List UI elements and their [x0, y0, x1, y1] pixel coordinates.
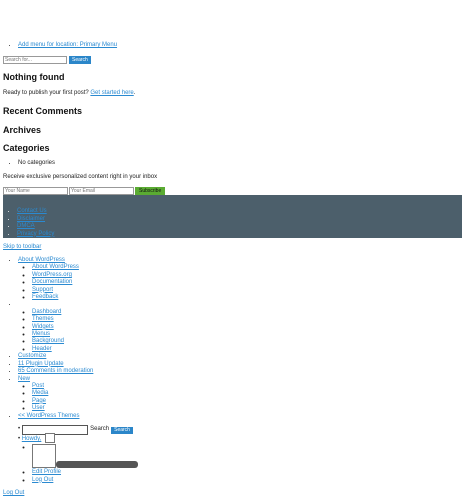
footer-link-contact[interactable]: Contact Us — [17, 208, 47, 214]
list-item: DMCA — [17, 223, 54, 231]
list-item: Background — [32, 338, 93, 345]
list-item: About WordPress — [32, 264, 93, 271]
about-wordpress-link[interactable]: About WordPress — [18, 257, 65, 263]
admin-search-button[interactable]: Search — [111, 426, 133, 434]
log-out-link[interactable]: Log Out — [32, 477, 53, 483]
subscribe-button[interactable]: Subscribe — [135, 187, 166, 195]
submenu-link[interactable]: Themes — [32, 316, 54, 322]
list-item: Post — [32, 383, 93, 390]
submenu-link[interactable]: User — [32, 405, 45, 411]
footer-link-privacy[interactable]: Privacy Policy — [17, 231, 54, 237]
list-item: Page — [32, 398, 93, 405]
archives-heading: Archives — [3, 125, 42, 135]
account-links: Edit Profile Log Out — [32, 469, 61, 484]
submenu-link[interactable]: Post — [32, 383, 44, 389]
redacted-username — [56, 461, 138, 468]
admin-bar-menu: About WordPress About WordPress WordPres… — [18, 257, 93, 420]
new-link[interactable]: New — [18, 376, 30, 382]
about-submenu: About WordPress WordPress.org Documentat… — [32, 264, 93, 301]
submenu-link[interactable]: Media — [32, 390, 48, 396]
list-item: Contact Us — [17, 208, 54, 216]
submenu-link[interactable]: Menus — [32, 331, 50, 337]
search-input[interactable] — [3, 56, 67, 64]
list-item: Disclaimer — [17, 216, 54, 224]
list-item: New Post Media Page User — [18, 376, 93, 413]
categories-heading: Categories — [3, 143, 50, 153]
footer-bar: Contact Us Disclaimer DMCA Privacy Polic… — [3, 195, 462, 238]
list-item: Widgets — [32, 324, 93, 331]
submenu-link[interactable]: Header — [32, 346, 52, 352]
submenu-link[interactable]: Support — [32, 287, 53, 293]
list-item: Customize — [18, 353, 93, 360]
footer-menu: Contact Us Disclaimer DMCA Privacy Polic… — [17, 208, 54, 238]
add-menu-link[interactable]: Add menu for location: Primary Menu — [18, 42, 117, 48]
footer-link-dmca[interactable]: DMCA — [17, 223, 35, 229]
plugin-update-link[interactable]: 11 Plugin Update — [18, 361, 64, 367]
primary-menu-item: Add menu for location: Primary Menu — [18, 42, 117, 50]
name-field[interactable] — [3, 187, 68, 195]
categories-list: No categories — [18, 160, 55, 168]
list-item: Log Out — [32, 477, 61, 485]
new-submenu: Post Media Page User — [32, 383, 93, 413]
customize-link[interactable]: Customize — [18, 353, 46, 359]
comments-moderation-link[interactable]: 65 Comments in moderation — [18, 368, 93, 374]
list-item: Documentation — [32, 279, 93, 286]
email-field[interactable] — [69, 187, 134, 195]
footer-link-disclaimer[interactable]: Disclaimer — [17, 216, 45, 222]
submenu-link[interactable]: Dashboard — [32, 309, 61, 315]
list-item: Media — [32, 390, 93, 397]
list-item: User — [32, 405, 93, 412]
site-submenu: Dashboard Themes Widgets Menus Backgroun… — [32, 309, 93, 353]
submenu-link[interactable]: WordPress.org — [32, 272, 72, 278]
list-item: << WordPress Themes — [18, 413, 93, 420]
admin-search-form: • Search Search — [18, 425, 133, 435]
list-item — [32, 444, 138, 468]
list-item: WordPress.org — [32, 272, 93, 279]
list-item: Edit Profile — [32, 469, 61, 477]
list-item: 11 Plugin Update — [18, 361, 93, 368]
list-item: Dashboard — [32, 309, 93, 316]
edit-profile-link[interactable]: Edit Profile — [32, 469, 61, 475]
page-title: Nothing found — [3, 72, 65, 82]
avatar — [45, 433, 56, 443]
list-item: No categories — [18, 160, 55, 168]
search-form: Search — [3, 56, 91, 64]
submenu-link[interactable]: About WordPress — [32, 264, 79, 270]
bottom-log-out-link[interactable]: Log Out — [3, 490, 24, 498]
list-item: Themes — [32, 316, 93, 323]
get-started-link[interactable]: Get started here — [90, 90, 133, 96]
list-item: About WordPress About WordPress WordPres… — [18, 257, 93, 301]
list-item: Dashboard Themes Widgets Menus Backgroun… — [18, 301, 93, 353]
primary-menu: Add menu for location: Primary Menu — [18, 42, 117, 50]
list-item: Support — [32, 287, 93, 294]
list-item: Header — [32, 346, 93, 353]
recent-comments-heading: Recent Comments — [3, 106, 83, 116]
howdy-link[interactable]: Howdy, — [22, 436, 42, 444]
wordpress-themes-link[interactable]: << WordPress Themes — [18, 413, 79, 419]
subscribe-form: Subscribe — [3, 187, 166, 195]
nothing-found-suffix: . — [133, 90, 136, 96]
list-item: 65 Comments in moderation — [18, 368, 93, 375]
list-item: Menus — [32, 331, 93, 338]
subscribe-text: Receive exclusive personalized content r… — [3, 174, 158, 180]
submenu-link[interactable]: Feedback — [32, 294, 58, 300]
search-button[interactable]: Search — [69, 56, 91, 64]
list-item: Feedback — [32, 294, 93, 301]
submenu-link[interactable]: Page — [32, 398, 46, 404]
account-submenu — [32, 444, 138, 468]
submenu-link[interactable]: Background — [32, 338, 64, 344]
nothing-found-text: Ready to publish your first post? Get st… — [3, 90, 135, 98]
submenu-link[interactable]: Widgets — [32, 324, 54, 330]
account-menu: • Howdy, — [18, 433, 56, 444]
nothing-found-prefix: Ready to publish your first post? — [3, 90, 91, 96]
skip-to-toolbar-link[interactable]: Skip to toolbar — [3, 244, 41, 252]
search-label: Search — [90, 426, 110, 433]
list-item: Privacy Policy — [17, 231, 54, 239]
submenu-link[interactable]: Documentation — [32, 279, 72, 285]
avatar — [32, 444, 56, 468]
bullet: • — [18, 426, 21, 433]
